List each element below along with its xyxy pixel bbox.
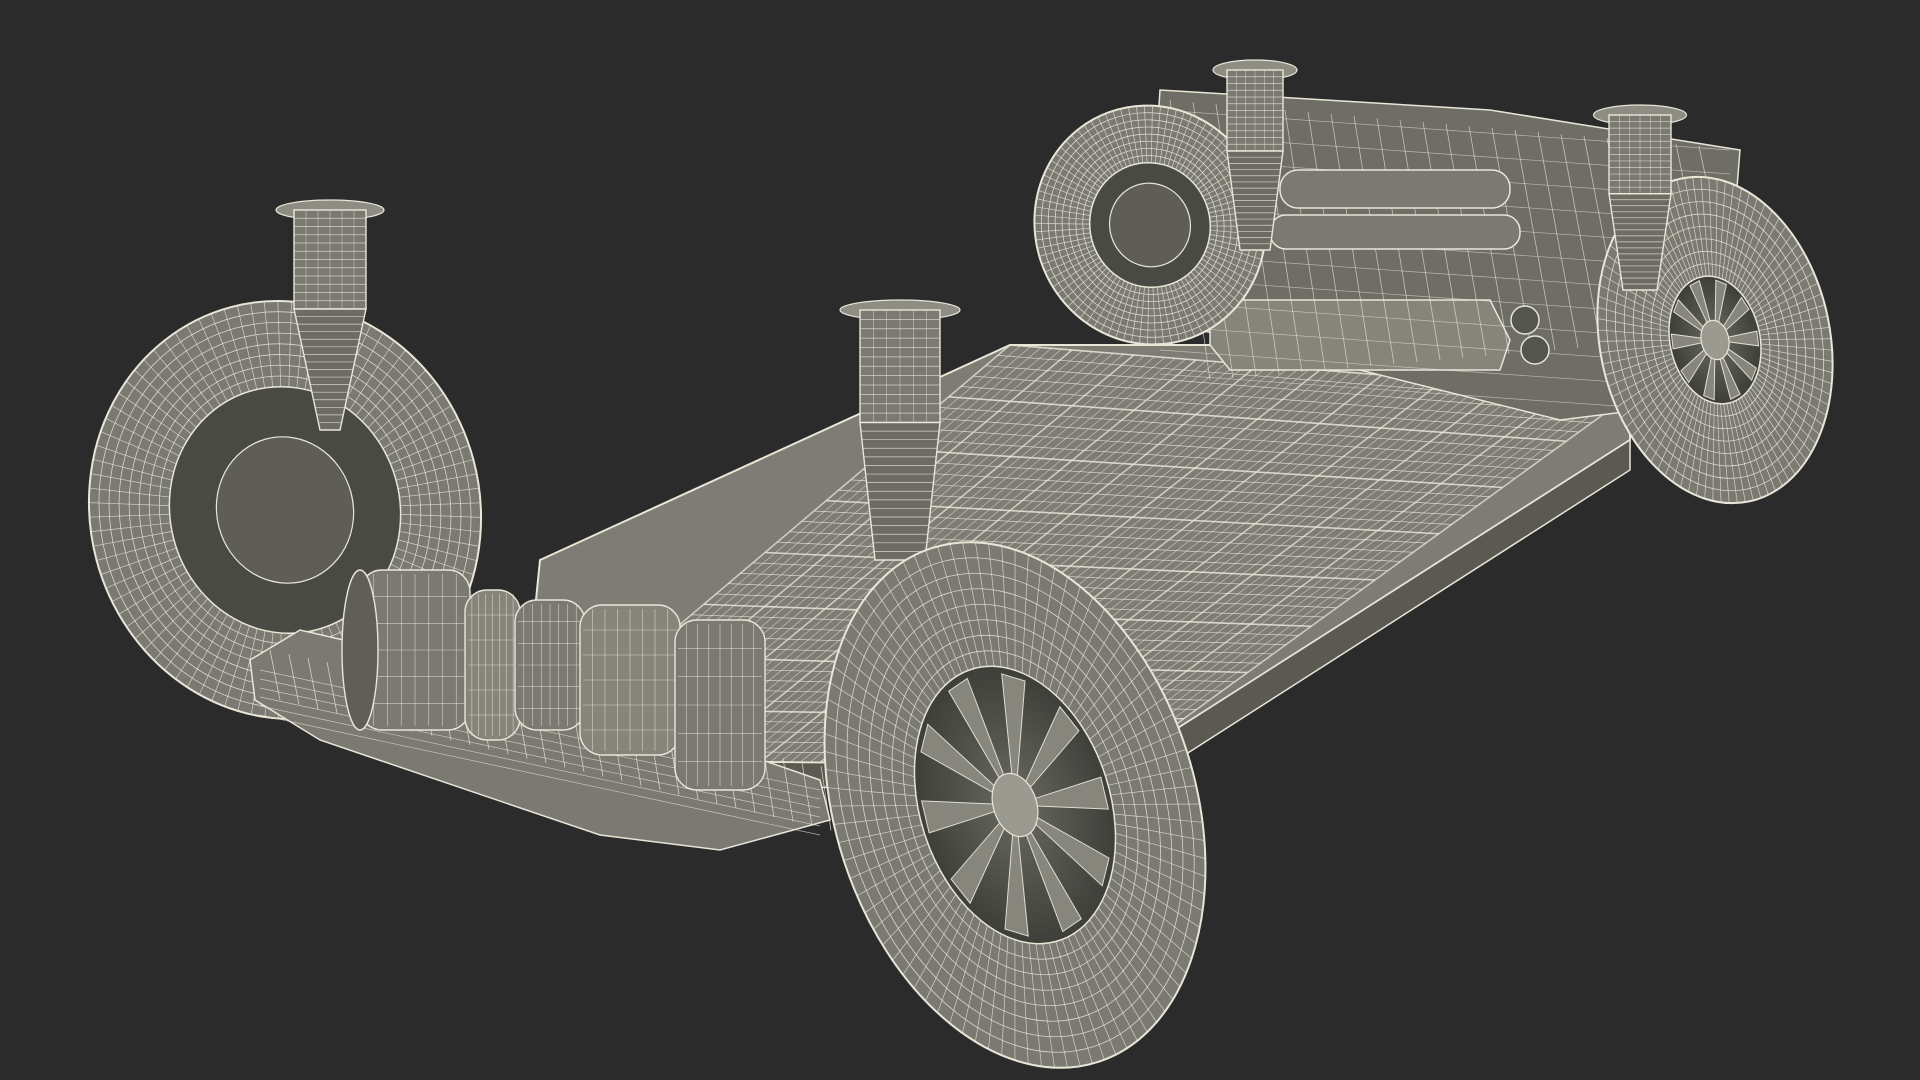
wireframe-scene [87, 59, 1834, 1069]
rear-cross-tube [1279, 169, 1511, 209]
render-viewport [0, 0, 1920, 1080]
tube-end [1520, 335, 1550, 365]
rear-battery-module [1209, 299, 1511, 371]
rear-cross-tube [1269, 214, 1521, 250]
motor-end-cap [341, 569, 379, 731]
tube-end [1510, 305, 1540, 335]
